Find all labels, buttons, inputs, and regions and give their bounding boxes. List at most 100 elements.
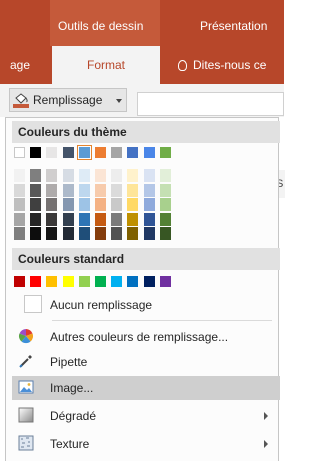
color-wheel-icon <box>18 329 34 344</box>
tab-format[interactable]: Format <box>52 46 160 84</box>
theme-shade-swatch[interactable] <box>159 183 171 197</box>
theme-shade-swatch[interactable] <box>111 183 123 197</box>
texture-fill-label: Texture <box>50 437 90 451</box>
theme-shade-swatch[interactable] <box>127 212 139 226</box>
theme-color-swatch[interactable] <box>127 147 139 158</box>
picture-fill-label: Image... <box>50 381 94 395</box>
theme-color-swatch[interactable] <box>143 147 155 158</box>
theme-shade-swatch[interactable] <box>95 227 106 240</box>
tell-me-label: Dites-nous ce <box>193 58 267 72</box>
no-fill-swatch <box>24 295 42 313</box>
theme-shade-swatch[interactable] <box>111 212 123 226</box>
theme-shade-swatch[interactable] <box>78 212 90 226</box>
theme-shade-swatch[interactable] <box>46 198 58 211</box>
standard-color-swatch[interactable] <box>143 276 155 287</box>
theme-shade-swatch[interactable] <box>14 227 25 240</box>
gradient-fill-label: Dégradé <box>50 409 97 423</box>
standard-colors-header: Couleurs standard <box>12 248 280 270</box>
theme-shade-swatch[interactable] <box>127 183 139 197</box>
eyedropper-item[interactable]: Pipette <box>12 350 280 374</box>
chevron-down-icon <box>116 99 122 103</box>
theme-color-swatch[interactable] <box>62 147 74 158</box>
theme-color-swatch[interactable] <box>95 147 106 158</box>
theme-shade-swatch[interactable] <box>14 169 25 182</box>
gradient-icon <box>18 407 34 423</box>
theme-shade-swatch[interactable] <box>143 212 155 226</box>
chevron-right-icon <box>264 440 268 448</box>
theme-shade-swatch[interactable] <box>95 198 106 211</box>
standard-color-swatch[interactable] <box>62 276 74 287</box>
theme-color-swatch[interactable] <box>111 147 123 158</box>
tell-me-search[interactable]: Dites-nous ce <box>178 58 266 72</box>
gradient-fill-item[interactable]: Dégradé <box>12 404 280 428</box>
theme-color-swatch[interactable] <box>159 147 171 158</box>
theme-shade-swatch[interactable] <box>62 227 74 240</box>
picture-icon <box>18 380 34 394</box>
shape-fill-label: Remplissage <box>33 93 103 107</box>
theme-shade-swatch[interactable] <box>159 212 171 226</box>
theme-shade-swatch[interactable] <box>159 169 171 182</box>
theme-shade-swatch[interactable] <box>62 198 74 211</box>
standard-color-swatch[interactable] <box>111 276 123 287</box>
theme-shade-swatch[interactable] <box>46 169 58 182</box>
theme-shade-swatch[interactable] <box>62 183 74 197</box>
theme-shade-swatch[interactable] <box>95 212 106 226</box>
theme-shade-swatch[interactable] <box>46 212 58 226</box>
eyedropper-icon <box>19 355 32 368</box>
standard-color-swatch[interactable] <box>30 276 42 287</box>
tab-partial[interactable]: age <box>10 58 30 72</box>
standard-color-swatch[interactable] <box>14 276 25 287</box>
theme-shade-swatch[interactable] <box>111 227 123 240</box>
no-fill-label: Aucun remplissage <box>50 298 153 312</box>
standard-color-swatch[interactable] <box>127 276 139 287</box>
lightbulb-icon <box>178 60 187 71</box>
theme-shade-swatch[interactable] <box>127 227 139 240</box>
theme-shade-swatch[interactable] <box>46 227 58 240</box>
theme-shade-swatch[interactable] <box>30 227 42 240</box>
theme-shade-swatch[interactable] <box>111 198 123 211</box>
standard-color-swatch[interactable] <box>95 276 106 287</box>
theme-shade-swatch[interactable] <box>127 198 139 211</box>
theme-shade-swatch[interactable] <box>143 198 155 211</box>
tab-presentation[interactable]: Présentation <box>200 19 267 33</box>
theme-color-swatch[interactable] <box>30 147 42 158</box>
theme-shade-swatch[interactable] <box>78 169 90 182</box>
theme-color-swatch[interactable] <box>46 147 58 158</box>
theme-shade-swatch[interactable] <box>62 212 74 226</box>
theme-color-swatch[interactable] <box>76 145 92 160</box>
texture-fill-item[interactable]: Texture <box>12 432 280 456</box>
more-fill-colors-item[interactable]: Autres couleurs de remplissage... <box>12 325 280 349</box>
theme-colors-header: Couleurs du thème <box>12 121 280 143</box>
theme-shade-swatch[interactable] <box>30 198 42 211</box>
theme-color-swatch[interactable] <box>14 147 25 158</box>
theme-shade-swatch[interactable] <box>14 212 25 226</box>
theme-shade-swatch[interactable] <box>95 183 106 197</box>
theme-shade-swatch[interactable] <box>30 183 42 197</box>
shape-fill-button[interactable]: Remplissage <box>9 88 127 112</box>
fill-color-bar <box>13 104 29 108</box>
theme-shade-swatch[interactable] <box>30 212 42 226</box>
theme-shade-swatch[interactable] <box>143 183 155 197</box>
no-fill-item[interactable]: Aucun remplissage <box>12 293 280 317</box>
theme-shade-swatch[interactable] <box>62 169 74 182</box>
standard-color-swatch[interactable] <box>78 276 90 287</box>
theme-shade-swatch[interactable] <box>159 198 171 211</box>
theme-shade-swatch[interactable] <box>111 169 123 182</box>
theme-shade-swatch[interactable] <box>143 169 155 182</box>
picture-fill-item[interactable]: Image... <box>12 376 280 400</box>
theme-shade-swatch[interactable] <box>127 169 139 182</box>
theme-shade-swatch[interactable] <box>78 183 90 197</box>
standard-color-swatch[interactable] <box>46 276 58 287</box>
standard-color-swatch[interactable] <box>159 276 171 287</box>
eyedropper-label: Pipette <box>50 355 88 369</box>
theme-shade-swatch[interactable] <box>159 227 171 240</box>
theme-shade-swatch[interactable] <box>14 183 25 197</box>
theme-shade-swatch[interactable] <box>14 198 25 211</box>
theme-shade-swatch[interactable] <box>95 169 106 182</box>
theme-shade-swatch[interactable] <box>46 183 58 197</box>
ribbon-gallery-box <box>137 92 284 116</box>
theme-shade-swatch[interactable] <box>30 169 42 182</box>
theme-shade-swatch[interactable] <box>143 227 155 240</box>
theme-shade-swatch[interactable] <box>78 227 90 240</box>
theme-shade-swatch[interactable] <box>78 198 90 211</box>
